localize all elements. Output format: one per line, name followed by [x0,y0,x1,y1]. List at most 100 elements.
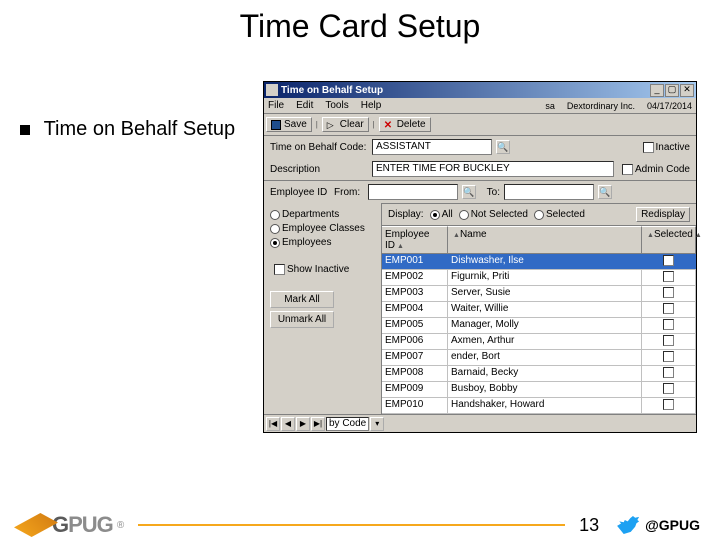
checkbox-icon [663,303,674,314]
employees-label: Employees [282,237,331,248]
table-row[interactable]: EMP006Axmen, Arthur [382,334,696,350]
table-row[interactable]: EMP003Server, Susie [382,286,696,302]
slide-bullet: Time on Behalf Setup [20,118,240,141]
delete-label: Delete [397,119,426,130]
nav-next[interactable]: ▶ [296,417,310,431]
redisplay-button[interactable]: Redisplay [636,207,690,222]
cell-selected[interactable] [642,350,696,365]
save-button[interactable]: Save [266,117,312,132]
col-selected[interactable]: ▲Selected▲ [642,226,696,253]
nav-last[interactable]: ▶| [311,417,325,431]
time-on-behalf-dialog: Time on Behalf Setup _ ▢ ✕ File Edit Too… [263,81,697,433]
clear-button[interactable]: Clear [322,117,369,132]
radio-departments[interactable]: Departments [270,209,375,220]
delete-icon: ✕ [384,120,394,130]
cell-selected[interactable] [642,302,696,317]
checkbox-admin[interactable]: Admin Code [622,164,690,175]
filter-bar: Display: All Not Selected Selected Redis… [382,203,696,226]
cell-selected[interactable] [642,334,696,349]
footer-divider [138,524,565,526]
nav-prev[interactable]: ◀ [281,417,295,431]
checkbox-icon [663,335,674,346]
row-description: Description ENTER TIME FOR BUCKLEY Admin… [264,158,696,180]
radio-all[interactable]: All [430,209,453,220]
menu-bar: File Edit Tools Help sa Dextordinary Inc… [264,98,696,114]
cell-selected[interactable] [642,254,696,269]
mark-all-button[interactable]: Mark All [270,291,334,308]
clear-icon [327,120,337,130]
label-from: From: [334,187,364,198]
slide-title: Time Card Setup [0,8,720,45]
sort-select[interactable]: by Code [326,417,369,431]
status-date: 04/17/2014 [647,101,692,111]
cell-name: Server, Susie [448,286,642,301]
input-from[interactable] [368,184,458,200]
nav-first[interactable]: |◀ [266,417,280,431]
cell-empid: EMP008 [382,366,448,381]
radio-classes[interactable]: Employee Classes [270,223,375,234]
lookup-code[interactable]: 🔍 [496,140,510,154]
checkbox-show-inactive[interactable]: Show Inactive [274,264,375,275]
menu-file[interactable]: File [268,100,284,111]
radio-selected[interactable]: Selected [534,209,585,220]
radio-employees[interactable]: Employees [270,237,375,248]
checkbox-icon [643,142,654,153]
table-row[interactable]: EMP010Handshaker, Howard [382,398,696,414]
input-description[interactable]: ENTER TIME FOR BUCKLEY [372,161,614,177]
cell-name: Waiter, Willie [448,302,642,317]
table-row[interactable]: EMP009Busboy, Bobby [382,382,696,398]
cell-empid: EMP007 [382,350,448,365]
table-row[interactable]: EMP007ender, Bort [382,350,696,366]
sort-icon: ▲ [397,243,404,250]
checkbox-icon [663,351,674,362]
col-name-label: Name [460,229,487,240]
input-to[interactable] [504,184,594,200]
cell-selected[interactable] [642,286,696,301]
cell-selected[interactable] [642,398,696,413]
minimize-button[interactable]: _ [650,84,664,97]
radio-icon [534,210,544,220]
sort-icon: ▲ [647,232,654,239]
cell-empid: EMP003 [382,286,448,301]
all-label: All [442,209,453,220]
cell-selected[interactable] [642,318,696,333]
table-row[interactable]: EMP005Manager, Molly [382,318,696,334]
toolbar-separator: | [314,120,320,129]
unmark-all-button[interactable]: Unmark All [270,311,334,328]
radio-not-selected[interactable]: Not Selected [459,209,528,220]
lookup-from[interactable]: 🔍 [462,185,476,199]
employee-grid: Display: All Not Selected Selected Redis… [382,203,696,414]
window-titlebar[interactable]: Time on Behalf Setup _ ▢ ✕ [264,82,696,98]
status-user: sa [545,101,555,111]
menu-tools[interactable]: Tools [325,100,348,111]
cell-selected[interactable] [642,270,696,285]
table-row[interactable]: EMP004Waiter, Willie [382,302,696,318]
col-name[interactable]: ▲Name [448,226,642,253]
window-title: Time on Behalf Setup [281,85,650,96]
cell-selected[interactable] [642,366,696,381]
delete-button[interactable]: ✕Delete [379,117,431,132]
close-button[interactable]: ✕ [680,84,694,97]
cell-name: Busboy, Bobby [448,382,642,397]
save-label: Save [284,119,307,130]
table-row[interactable]: EMP002Figurnik, Priti [382,270,696,286]
table-row[interactable]: EMP008Barnaid, Becky [382,366,696,382]
checkbox-inactive[interactable]: Inactive [643,142,690,153]
cell-empid: EMP006 [382,334,448,349]
col-employee-id[interactable]: Employee ID▲ [382,226,448,253]
cell-selected[interactable] [642,382,696,397]
checkbox-icon [663,255,674,266]
notsel-label: Not Selected [471,209,528,220]
grid-body: EMP001Dishwasher, IlseEMP002Figurnik, Pr… [382,254,696,414]
menu-help[interactable]: Help [361,100,382,111]
input-code[interactable]: ASSISTANT [372,139,492,155]
sort-dropdown[interactable]: ▾ [370,417,384,431]
lookup-to[interactable]: 🔍 [598,185,612,199]
menu-edit[interactable]: Edit [296,100,313,111]
page-number: 13 [579,515,599,536]
toolbar: Save | Clear | ✕Delete [264,114,696,136]
table-row[interactable]: EMP001Dishwasher, Ilse [382,254,696,270]
maximize-button[interactable]: ▢ [665,84,679,97]
checkbox-icon [274,264,285,275]
radio-icon [459,210,469,220]
